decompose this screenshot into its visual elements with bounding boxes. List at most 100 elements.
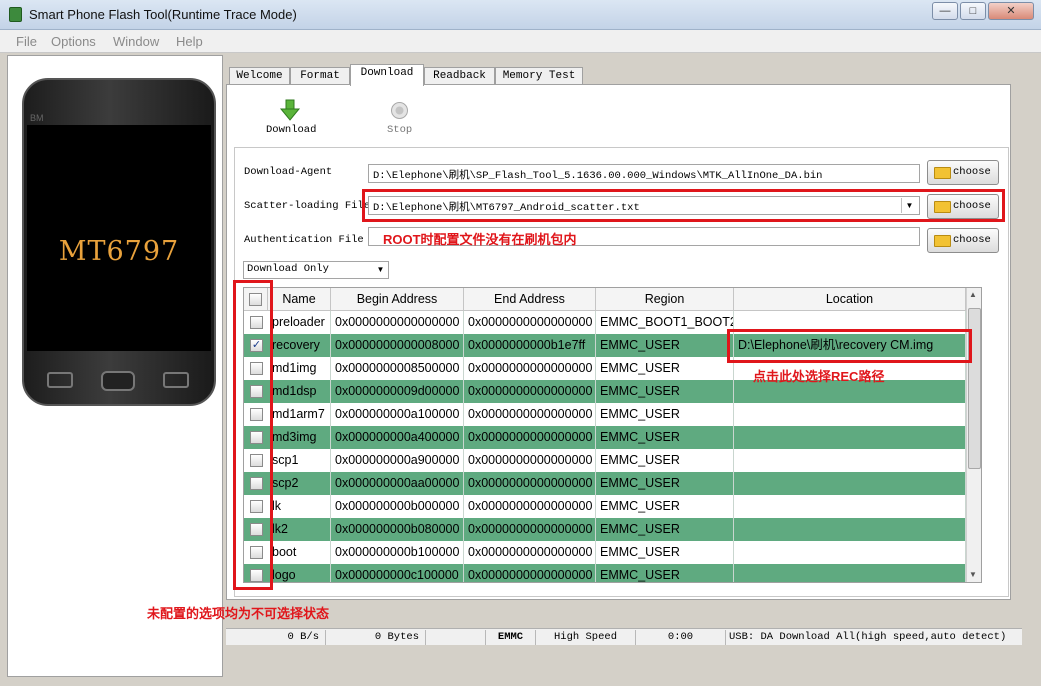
status-spacer (426, 630, 486, 645)
cell-end: 0x0000000000000000 (464, 541, 596, 564)
cell-begin: 0x0000000000008000 (331, 334, 464, 357)
maximize-button[interactable]: □ (960, 2, 986, 20)
auth-file-label: Authentication File (244, 234, 364, 246)
status-speed: 0 B/s (226, 630, 326, 645)
menu-file[interactable]: File (16, 34, 37, 49)
cell-begin: 0x000000000aa00000 (331, 472, 464, 495)
cell-begin: 0x000000000b080000 (331, 518, 464, 541)
chip-label: MT6797 (58, 236, 180, 267)
cell-name: logo (268, 564, 331, 582)
cell-name: md1dsp (268, 380, 331, 403)
status-mode: USB: DA Download All(high speed,auto det… (729, 631, 1007, 643)
cell-location[interactable] (734, 541, 966, 564)
table-row[interactable]: scp2 0x000000000aa00000 0x0000000000000000… (244, 472, 966, 495)
mode-dropdown-arrow-icon[interactable]: ▼ (373, 262, 388, 278)
cell-begin: 0x000000000a400000 (331, 426, 464, 449)
cell-begin: 0x0000000008500000 (331, 357, 464, 380)
cell-location[interactable] (734, 449, 966, 472)
table-row[interactable]: md1arm7 0x000000000a100000 0x0000000000000… (244, 403, 966, 426)
column-header-name[interactable]: Name (268, 288, 331, 311)
minimize-button[interactable]: — (932, 2, 958, 20)
choose-download-agent-button[interactable]: choose (927, 160, 999, 185)
scroll-down-icon[interactable]: ▼ (969, 570, 977, 579)
column-header-location[interactable]: Location (734, 288, 966, 311)
cell-end: 0x0000000000000000 (464, 449, 596, 472)
cell-region: EMMC_USER (596, 518, 734, 541)
cell-end: 0x0000000000000000 (464, 518, 596, 541)
cell-region: EMMC_BOOT1_BOOT2 (596, 311, 734, 334)
location-highlight-frame (727, 329, 972, 363)
tab-welcome[interactable]: Welcome (229, 67, 290, 85)
tab-format[interactable]: Format (290, 67, 350, 85)
cell-end: 0x0000000000b1e7ff (464, 334, 596, 357)
table-row[interactable]: scp1 0x000000000a900000 0x0000000000000000… (244, 449, 966, 472)
cell-region: EMMC_USER (596, 403, 734, 426)
back-key-icon (163, 372, 189, 388)
cell-begin: 0x000000000b000000 (331, 495, 464, 518)
cell-begin: 0x000000000a900000 (331, 449, 464, 472)
cell-location[interactable] (734, 472, 966, 495)
cell-region: EMMC_USER (596, 449, 734, 472)
menu-window[interactable]: Window (113, 34, 159, 49)
table-row[interactable]: lk 0x000000000b000000 0x0000000000000000 EM… (244, 495, 966, 518)
folder-icon (934, 167, 951, 179)
folder-icon (934, 235, 951, 247)
status-usb-speed: High Speed (536, 630, 636, 645)
stop-label: Stop (387, 124, 413, 136)
cell-end: 0x0000000000000000 (464, 380, 596, 403)
scatter-highlight-frame (362, 189, 1005, 222)
tab-readback[interactable]: Readback (424, 67, 495, 85)
stop-button[interactable]: Stop (382, 100, 418, 140)
cell-end: 0x0000000000000000 (464, 311, 596, 334)
status-storage: EMMC (486, 630, 536, 645)
cell-location[interactable] (734, 495, 966, 518)
cell-name: lk2 (268, 518, 331, 541)
tab-download[interactable]: Download (350, 64, 424, 86)
scatter-file-label: Scatter-loading File (244, 200, 371, 212)
close-button[interactable]: ✕ (988, 2, 1034, 20)
cell-name: scp2 (268, 472, 331, 495)
cell-location[interactable] (734, 564, 966, 582)
cell-region: EMMC_USER (596, 541, 734, 564)
column-header-region[interactable]: Region (596, 288, 734, 311)
menu-help[interactable]: Help (176, 34, 203, 49)
stop-icon (391, 102, 408, 119)
cell-name: recovery (268, 334, 331, 357)
home-key-icon (101, 371, 135, 391)
table-row[interactable]: logo 0x000000000c100000 0x0000000000000000… (244, 564, 966, 582)
status-bar: 0 B/s 0 Bytes EMMC High Speed 0:00 USB: … (226, 628, 1022, 645)
table-row[interactable]: lk2 0x000000000b080000 0x0000000000000000 E… (244, 518, 966, 541)
cell-begin: 0x0000000000000000 (331, 311, 464, 334)
cell-region: EMMC_USER (596, 495, 734, 518)
rec-path-note: 点击此处选择REC路径 (753, 369, 885, 384)
download-mode-select[interactable]: Download Only (243, 261, 389, 279)
cell-region: EMMC_USER (596, 334, 734, 357)
cell-name: md3img (268, 426, 331, 449)
menu-options[interactable]: Options (51, 34, 96, 49)
table-row[interactable]: md3img 0x000000000a400000 0x00000000000000… (244, 426, 966, 449)
download-button[interactable]: Download (262, 99, 318, 141)
column-header-end-address[interactable]: End Address (464, 288, 596, 311)
column-header-begin-address[interactable]: Begin Address (331, 288, 464, 311)
cell-location[interactable] (734, 518, 966, 541)
cell-name: scp1 (268, 449, 331, 472)
cell-end: 0x0000000000000000 (464, 357, 596, 380)
title-bar: Smart Phone Flash Tool(Runtime Trace Mod… (0, 0, 1041, 30)
cell-region: EMMC_USER (596, 380, 734, 403)
status-bytes: 0 Bytes (326, 630, 426, 645)
cell-end: 0x0000000000000000 (464, 472, 596, 495)
cell-name: lk (268, 495, 331, 518)
cell-location[interactable] (734, 403, 966, 426)
checkbox-column-highlight (233, 280, 273, 590)
download-agent-field[interactable]: D:\Elephone\刷机\SP_Flash_Tool_5.1636.00.0… (368, 164, 920, 183)
cell-begin: 0x0000000009d00000 (331, 380, 464, 403)
table-row[interactable]: boot 0x000000000b100000 0x0000000000000000… (244, 541, 966, 564)
cell-location[interactable] (734, 426, 966, 449)
cell-begin: 0x000000000c100000 (331, 564, 464, 582)
tab-memory-test[interactable]: Memory Test (495, 67, 583, 85)
choose-auth-button[interactable]: choose (927, 228, 999, 253)
scroll-up-icon[interactable]: ▲ (969, 290, 977, 299)
cell-name: md1img (268, 357, 331, 380)
cell-begin: 0x000000000a100000 (331, 403, 464, 426)
cell-end: 0x0000000000000000 (464, 564, 596, 582)
